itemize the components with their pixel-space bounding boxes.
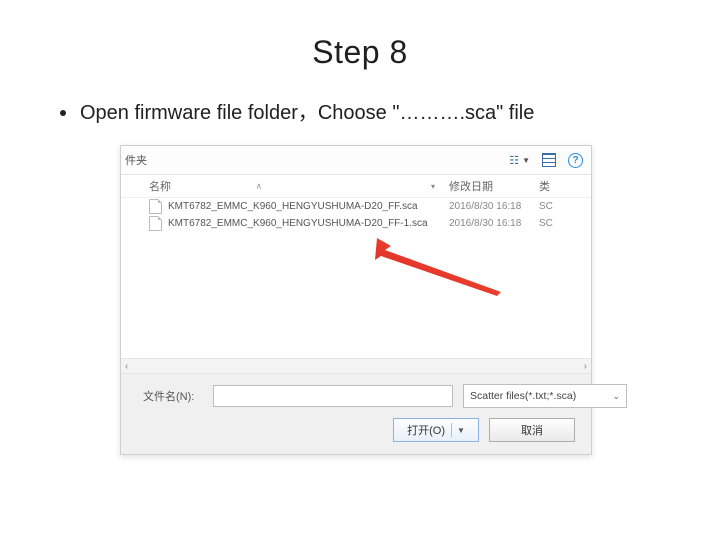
file-icon bbox=[149, 199, 162, 214]
open-button-label: 打开(O) bbox=[407, 422, 445, 438]
cancel-button[interactable]: 取消 bbox=[489, 418, 575, 442]
filetype-select-label: Scatter files(*.txt;*.sca) bbox=[470, 390, 576, 402]
bullet-item: Open firmware file folder，Choose "……….sc… bbox=[60, 99, 680, 127]
column-header-type[interactable]: 类 bbox=[539, 178, 569, 194]
file-name: KMT6782_EMMC_K960_HENGYUSHUMA-D20_FF-1.s… bbox=[168, 218, 428, 229]
chevron-down-icon: ▼ bbox=[457, 426, 465, 435]
nav-strip: ‹ › bbox=[121, 358, 591, 373]
chevron-down-icon: ▾ bbox=[431, 182, 443, 191]
dialog-footer: 文件名(N): Scatter files(*.txt;*.sca) ⌄ 打开(… bbox=[121, 373, 591, 454]
divider bbox=[451, 423, 452, 437]
help-icon[interactable]: ? bbox=[568, 153, 583, 168]
bullet-dot-icon bbox=[60, 110, 66, 116]
nav-left-icon[interactable]: ‹ bbox=[125, 361, 128, 372]
column-header-date[interactable]: 修改日期 bbox=[449, 178, 539, 194]
file-date: 2016/8/30 16:18 bbox=[449, 201, 539, 212]
file-name: KMT6782_EMMC_K960_HENGYUSHUMA-D20_FF.sca bbox=[168, 201, 418, 212]
preview-pane-button[interactable] bbox=[542, 153, 556, 167]
bullet-text: Open firmware file folder，Choose "……….sc… bbox=[80, 99, 534, 127]
list-item[interactable]: KMT6782_EMMC_K960_HENGYUSHUMA-D20_FF.sca… bbox=[121, 198, 591, 215]
list-item[interactable]: KMT6782_EMMC_K960_HENGYUSHUMA-D20_FF-1.s… bbox=[121, 215, 591, 232]
chevron-down-icon: ⌄ bbox=[612, 391, 620, 402]
annotation-arrow-icon bbox=[371, 236, 511, 296]
column-header-name-label: 名称 bbox=[149, 178, 171, 194]
dialog-toolbar: 件夹 ☷ ▼ ? bbox=[121, 146, 591, 175]
cancel-button-label: 取消 bbox=[521, 422, 543, 438]
file-type: SC bbox=[539, 218, 569, 229]
filetype-select[interactable]: Scatter files(*.txt;*.sca) ⌄ bbox=[463, 384, 627, 408]
filename-label: 文件名(N): bbox=[143, 388, 203, 404]
sort-asc-icon: ∧ bbox=[255, 181, 262, 192]
view-mode-button[interactable]: ☷ ▼ bbox=[509, 154, 530, 167]
file-list[interactable]: KMT6782_EMMC_K960_HENGYUSHUMA-D20_FF.sca… bbox=[121, 198, 591, 358]
file-open-dialog: 件夹 ☷ ▼ ? 名称 ∧ ▾ 修改日期 类 bbox=[120, 145, 592, 455]
file-date: 2016/8/30 16:18 bbox=[449, 218, 539, 229]
nav-right-icon[interactable]: › bbox=[584, 361, 587, 372]
view-list-icon: ☷ bbox=[509, 154, 519, 167]
filename-input[interactable] bbox=[213, 385, 453, 407]
open-button[interactable]: 打开(O) ▼ bbox=[393, 418, 479, 442]
column-header-name[interactable]: 名称 ∧ ▾ bbox=[149, 178, 449, 194]
file-type: SC bbox=[539, 201, 569, 212]
toolbar-fragment: 件夹 bbox=[121, 146, 147, 174]
list-header[interactable]: 名称 ∧ ▾ 修改日期 类 bbox=[121, 175, 591, 198]
slide: Step 8 Open firmware file folder，Choose … bbox=[0, 0, 720, 540]
chevron-down-icon: ▼ bbox=[522, 156, 530, 165]
slide-title: Step 8 bbox=[40, 34, 680, 71]
file-icon bbox=[149, 216, 162, 231]
toolbar-right: ☷ ▼ ? bbox=[509, 153, 583, 168]
